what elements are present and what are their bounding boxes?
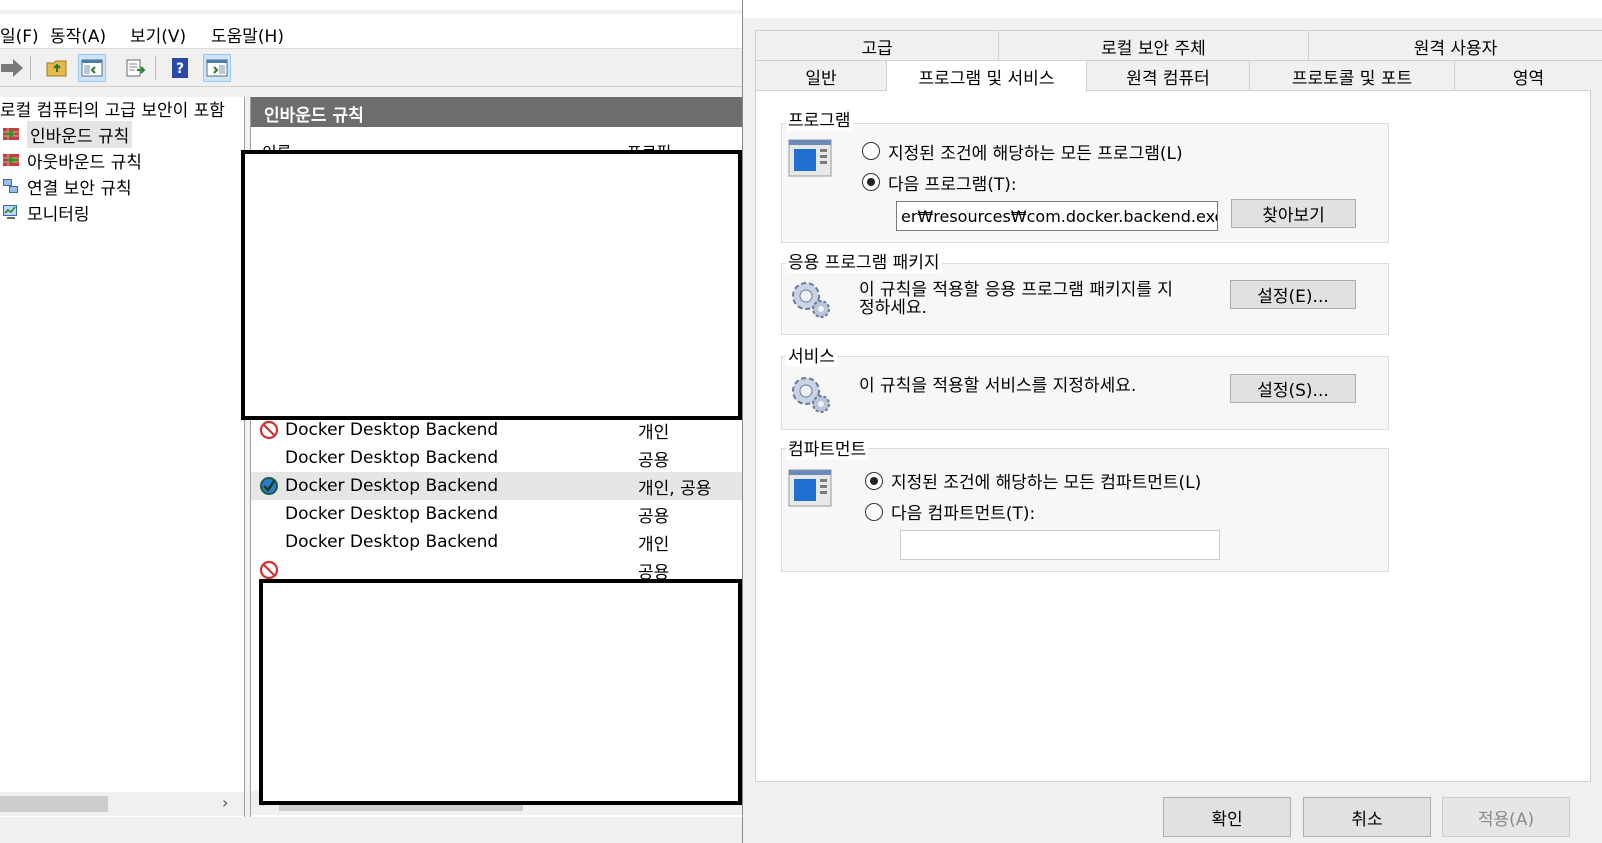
blocked-icon bbox=[259, 560, 279, 580]
redacted-area-bottom bbox=[259, 579, 742, 805]
compartment-this-label: 다음 컴파트먼트(T): bbox=[891, 504, 1036, 524]
ok-button[interactable]: 확인 bbox=[1163, 797, 1291, 837]
tab-protocols-and-ports[interactable]: 프로토콜 및 포트 bbox=[1250, 61, 1455, 91]
tab-remote-computers[interactable]: 원격 컴퓨터 bbox=[1087, 61, 1250, 91]
app-package-group-title: 응용 프로그램 패키지 bbox=[786, 248, 942, 273]
rule-name: Docker Desktop Backend bbox=[285, 420, 499, 440]
show-hide-action-pane-icon[interactable] bbox=[203, 54, 231, 82]
app-package-desc-line2: 정하세요. bbox=[859, 298, 927, 318]
tab-remote-users[interactable]: 원격 사용자 bbox=[1309, 31, 1602, 61]
rule-name: Docker Desktop Backend bbox=[285, 504, 499, 524]
cancel-button[interactable]: 취소 bbox=[1303, 797, 1431, 837]
program-all-label: 지정된 조건에 해당하는 모든 프로그램(L) bbox=[888, 144, 1183, 164]
browse-button[interactable]: 찾아보기 bbox=[1231, 199, 1356, 228]
tab-local-principals[interactable]: 로컬 보안 주체 bbox=[999, 31, 1309, 61]
tab-scope[interactable]: 영역 bbox=[1455, 61, 1602, 91]
menu-action[interactable]: 동작(A) bbox=[50, 22, 106, 47]
tree-root-label: 로컬 컴퓨터의 고급 보안이 포함 bbox=[0, 100, 225, 121]
outbound-rules-icon bbox=[3, 154, 19, 166]
services-settings-button[interactable]: 설정(S)... bbox=[1230, 374, 1356, 403]
toolbar: ? bbox=[0, 50, 742, 87]
rule-row-selected[interactable]: Docker Desktop Backend 개인, 공용 bbox=[251, 472, 742, 500]
redacted-area-top bbox=[241, 150, 742, 420]
tree-item-outbound-rules[interactable]: 아웃바운드 규칙 bbox=[0, 147, 142, 173]
menu-help[interactable]: 도움말(H) bbox=[211, 22, 284, 47]
rule-name: Docker Desktop Backend bbox=[285, 476, 499, 496]
tabs-row-2: 일반 프로그램 및 서비스 원격 컴퓨터 프로토콜 및 포트 영역 bbox=[755, 60, 1602, 92]
compartment-input[interactable] bbox=[900, 530, 1220, 560]
program-this-label: 다음 프로그램(T): bbox=[888, 175, 1017, 195]
tree-item-inbound-rules[interactable]: 인바운드 규칙 bbox=[0, 120, 133, 148]
menu-view[interactable]: 보기(V) bbox=[130, 22, 186, 47]
application-icon bbox=[788, 139, 832, 177]
firewall-console-window: 일(F) 동작(A) 보기(V) 도움말(H) ? 로컬 컴퓨터의 고급 보안이… bbox=[0, 0, 742, 843]
compartment-all-radio[interactable] bbox=[865, 472, 883, 490]
tree-item-connection-security[interactable]: 연결 보안 규칙 bbox=[0, 173, 132, 199]
tabs-row-1: 고급 로컬 보안 주체 원격 사용자 bbox=[755, 30, 1602, 61]
rule-row[interactable]: Docker Desktop Backend 개인 bbox=[251, 528, 742, 556]
program-path-input[interactable]: er₩resources₩com.docker.backend.exe bbox=[896, 201, 1218, 231]
menu-bar: 일(F) 동작(A) 보기(V) 도움말(H) bbox=[0, 14, 742, 49]
compartment-group-title: 컴파트먼트 bbox=[786, 435, 869, 460]
tab-general[interactable]: 일반 bbox=[756, 61, 887, 91]
folder-up-icon[interactable] bbox=[43, 54, 71, 82]
compartment-all-label: 지정된 조건에 해당하는 모든 컴파트먼트(L) bbox=[891, 473, 1202, 493]
title-bar bbox=[0, 0, 742, 10]
rule-profile: 개인, 공용 bbox=[638, 478, 712, 499]
tree-horizontal-scrollbar[interactable]: › bbox=[0, 792, 244, 816]
program-all-radio[interactable] bbox=[862, 142, 880, 160]
forward-arrow-icon[interactable] bbox=[0, 54, 26, 82]
navigation-tree: 로컬 컴퓨터의 고급 보안이 포함 인바운드 규칙 아웃바운드 규칙 연결 보안… bbox=[0, 97, 245, 817]
gears-icon bbox=[792, 377, 830, 413]
rule-name: Docker Desktop Backend bbox=[285, 532, 499, 552]
tree-label-outbound: 아웃바운드 규칙 bbox=[27, 152, 142, 173]
rule-profile: 개인 bbox=[638, 422, 670, 443]
app-package-settings-button[interactable]: 설정(E)... bbox=[1230, 280, 1356, 309]
programs-services-tab-page: 프로그램 지정된 조건에 해당하는 모든 프로그램(L) 다음 프로그램(T):… bbox=[755, 90, 1591, 782]
help-icon[interactable]: ? bbox=[166, 54, 194, 82]
services-group-title: 서비스 bbox=[786, 342, 837, 367]
rule-properties-dialog: 고급 로컬 보안 주체 원격 사용자 일반 프로그램 및 서비스 원격 컴퓨터 … bbox=[742, 0, 1602, 843]
rule-row[interactable]: Docker Desktop Backend 공용 bbox=[251, 444, 742, 472]
tree-label-monitoring: 모니터링 bbox=[27, 204, 90, 225]
allowed-check-icon bbox=[260, 477, 278, 495]
tab-programs-and-services[interactable]: 프로그램 및 서비스 bbox=[887, 61, 1087, 92]
list-header-bar: 인바운드 규칙 bbox=[251, 97, 742, 127]
rule-profile: 공용 bbox=[638, 506, 670, 527]
rule-row[interactable]: Docker Desktop Backend 개인 bbox=[251, 416, 742, 444]
rule-name: Docker Desktop Backend bbox=[285, 448, 499, 468]
menu-file[interactable]: 일(F) bbox=[0, 22, 39, 47]
dialog-title-bar bbox=[743, 0, 1602, 18]
blocked-icon bbox=[259, 420, 279, 440]
monitoring-icon bbox=[3, 205, 17, 219]
rule-row[interactable]: Docker Desktop Backend 공용 bbox=[251, 500, 742, 528]
show-hide-tree-icon[interactable] bbox=[78, 54, 106, 82]
scroll-right-icon[interactable]: › bbox=[222, 793, 228, 812]
tree-label-connection: 연결 보안 규칙 bbox=[27, 178, 132, 199]
rule-profile: 공용 bbox=[638, 450, 670, 471]
tree-item-monitoring[interactable]: 모니터링 bbox=[0, 199, 90, 225]
application-icon bbox=[788, 469, 832, 507]
compartment-this-radio[interactable] bbox=[865, 503, 883, 521]
list-title: 인바운드 규칙 bbox=[264, 106, 364, 126]
services-desc: 이 규칙을 적용할 서비스를 지정하세요. bbox=[859, 376, 1137, 396]
program-this-radio[interactable] bbox=[862, 173, 880, 191]
rule-profile: 개인 bbox=[638, 534, 670, 555]
gears-icon bbox=[792, 282, 830, 318]
tab-advanced[interactable]: 고급 bbox=[756, 31, 999, 61]
export-list-icon[interactable] bbox=[122, 54, 150, 82]
tree-label-inbound: 인바운드 규칙 bbox=[27, 120, 133, 148]
connection-security-icon bbox=[3, 179, 18, 193]
tree-scroll-thumb[interactable] bbox=[0, 796, 108, 812]
tree-root[interactable]: 로컬 컴퓨터의 고급 보안이 포함 bbox=[0, 95, 225, 121]
program-group-title: 프로그램 bbox=[786, 106, 853, 131]
apply-button[interactable]: 적용(A) bbox=[1442, 797, 1570, 837]
inbound-rules-icon bbox=[3, 128, 19, 140]
svg-text:?: ? bbox=[176, 61, 184, 77]
